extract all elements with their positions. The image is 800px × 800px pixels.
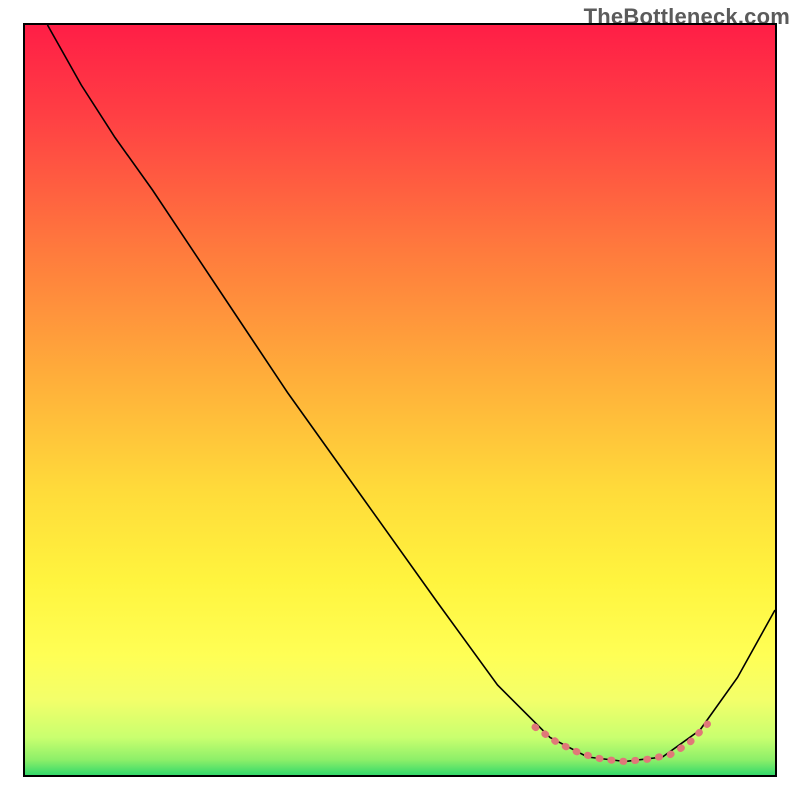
plot-area <box>23 23 777 777</box>
gradient-rect <box>25 25 775 775</box>
chart-frame: TheBottleneck.com <box>0 0 800 800</box>
chart-svg <box>25 25 775 775</box>
